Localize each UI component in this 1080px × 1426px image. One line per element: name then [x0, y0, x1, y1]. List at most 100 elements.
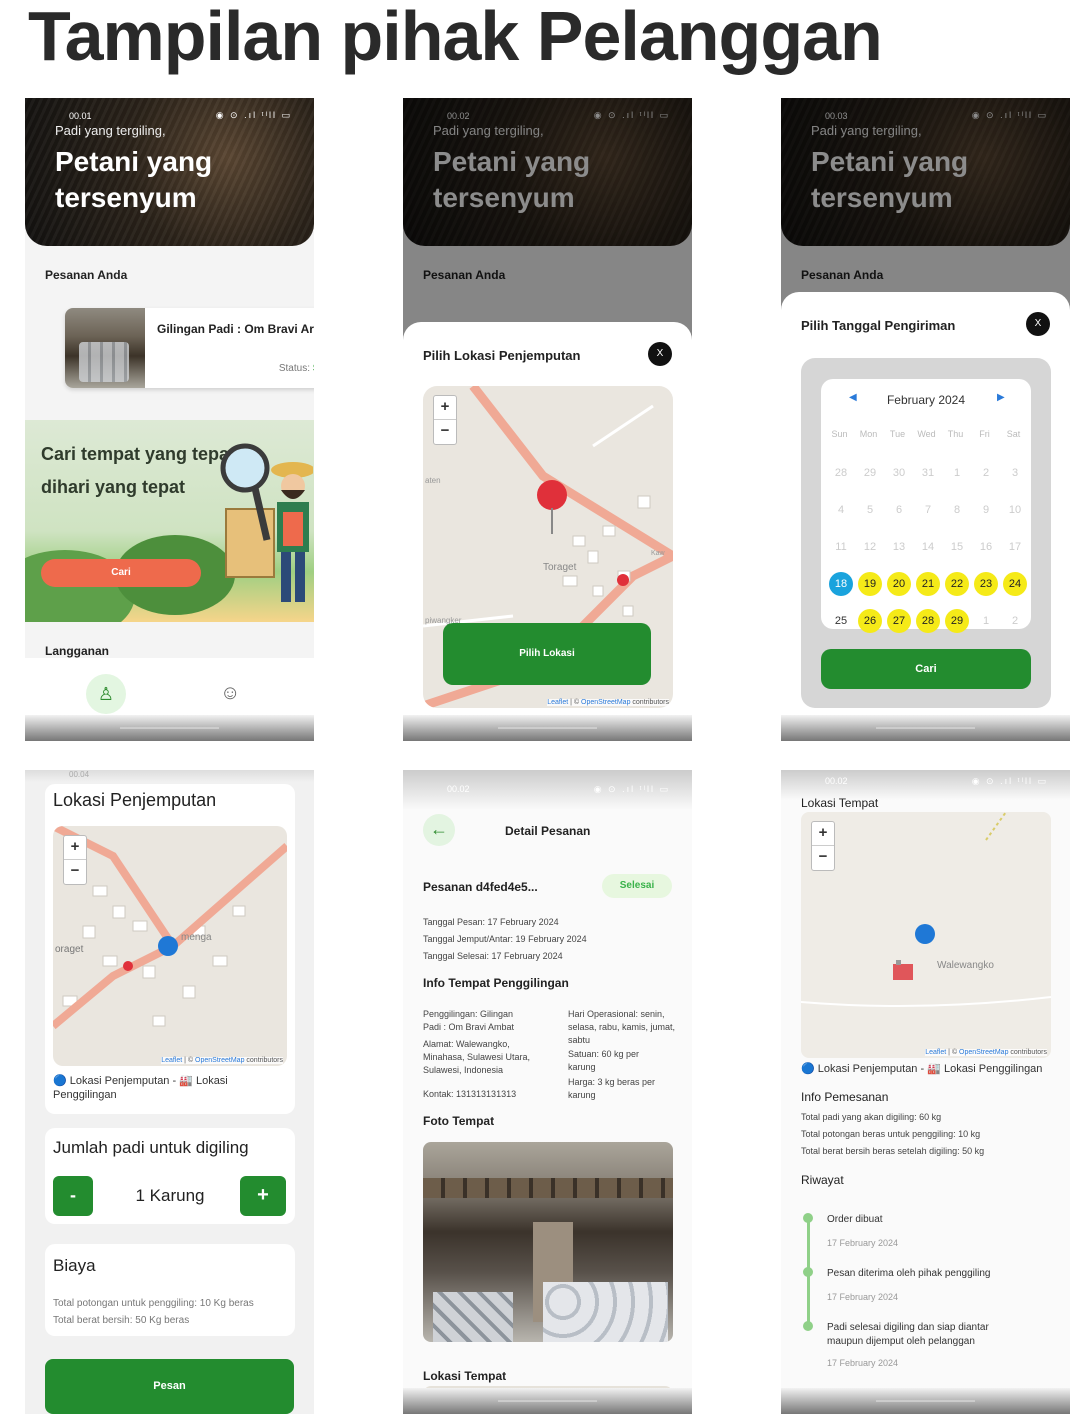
calendar-day[interactable]: 27	[887, 609, 911, 633]
status-bar-icons: ◉ ⊙ .ıl ᵗˡll ▭	[215, 110, 292, 120]
calendar-day[interactable]: 29	[945, 609, 969, 633]
map-attribution[interactable]: Leaflet | © OpenStreetMap contributors	[547, 699, 669, 706]
photo-title: Foto Tempat	[423, 1114, 495, 1128]
order-button[interactable]: Pesan	[45, 1359, 294, 1414]
map-zoom-control: + −	[433, 395, 457, 445]
phone-delivery-date-sheet: 00.03 ◉ ⊙ .ıl ᵗˡll ▭ Padi yang tergiling…	[781, 98, 1070, 741]
pickup-map[interactable]: aten Toraget piwangker Kaw + − Pilih Lok…	[423, 386, 673, 708]
map-attribution[interactable]: Leaflet | © OpenStreetMap contributors	[925, 1049, 1047, 1056]
cost-net-weight: Total berat bersih: 50 Kg beras	[53, 1315, 190, 1326]
calendar-day: 11	[835, 541, 847, 553]
close-icon[interactable]: X	[1026, 312, 1050, 336]
calendar-day: 2	[1011, 615, 1019, 627]
pickup-location-title: Lokasi Penjemputan	[53, 790, 217, 810]
phone-pickup-location-sheet: 00.02 ◉ ⊙ .ıl ᵗˡll ▭ Padi yang tergiling…	[403, 98, 692, 741]
weekday-label: Sat	[1006, 429, 1021, 439]
quantity-value: 1 Karung	[135, 1186, 205, 1205]
mill-unit: Satuan: 60 kg per karung	[568, 1049, 640, 1072]
calendar-day[interactable]: 20	[887, 572, 911, 596]
zoom-out-button[interactable]: −	[64, 860, 86, 884]
calendar-day: 1	[982, 615, 990, 627]
info-total-rice: Total padi yang akan digiling: 60 kg	[801, 1112, 942, 1122]
sheet-title: Pilih Tanggal Pengiriman	[801, 318, 956, 333]
map-label: Walewangko	[937, 960, 994, 971]
status-badge: Selesai	[602, 874, 672, 898]
phone-home-screen: 00.01 ◉ ⊙ .ıl ᵗˡll ▭ Padi yang tergiling…	[25, 98, 314, 741]
zoom-in-button[interactable]: +	[64, 836, 86, 860]
map-label: Kaw	[651, 550, 665, 557]
phone-order-tracking: 00.02 ◉ ⊙ .ıl ᵗˡll ▭ Lokasi Tempat Walew…	[781, 770, 1070, 1414]
search-banner: Cari tempat yang tepat dihari yang tepat…	[25, 420, 314, 622]
calendar-day: 14	[921, 541, 935, 553]
weekday-label: Fri	[979, 429, 990, 439]
calendar-day: 1	[953, 467, 961, 479]
nav-profile-icon[interactable]: ☺	[220, 682, 240, 705]
phone-order-detail: 00.02 ◉ ⊙ .ıl ᵗˡll ▭ ← Detail Pesanan Pe…	[403, 770, 692, 1414]
calendar-day[interactable]: 19	[858, 572, 882, 596]
gesture-bar	[25, 715, 314, 741]
calendar-day[interactable]: 26	[858, 609, 882, 633]
info-deduction: Total potongan beras untuk penggiling: 1…	[801, 1129, 981, 1139]
calendar-day: 17	[1008, 541, 1022, 553]
weekday-label: Mon	[859, 429, 878, 439]
mill-location-map[interactable]: Walewangko + − Leaflet | © OpenStreetMap…	[801, 812, 1051, 1058]
back-arrow-icon[interactable]: ←	[423, 814, 455, 846]
history-date: 17 February 2024	[827, 1238, 899, 1248]
pickup-location-card: Lokasi Penjemputan oraget menga + − Leaf…	[45, 784, 295, 1114]
banner-search-button[interactable]: Cari	[41, 559, 201, 587]
decrement-button[interactable]: -	[53, 1176, 93, 1216]
phone-pickup-form: 00.04 Lokasi Penjemputan oraget menga +	[25, 770, 314, 1414]
calendar-day[interactable]: 23	[974, 572, 998, 596]
calendar-day: 4	[837, 504, 845, 516]
orders-heading: Pesanan Anda	[45, 268, 128, 282]
calendar-day: 29	[863, 467, 877, 479]
status-bar-icons: ◉ ⊙ .ıl ᵗˡll ▭	[971, 776, 1048, 786]
bottom-navigation: ♙ ☺	[25, 658, 314, 718]
map-features	[801, 812, 1051, 1007]
zoom-in-button[interactable]: +	[434, 396, 456, 420]
map-label: menga	[181, 932, 212, 943]
history-event: Order dibuat	[827, 1214, 883, 1225]
quantity-title: Jumlah padi untuk digiling	[53, 1138, 249, 1157]
calendar-day[interactable]: 18	[829, 572, 853, 596]
pickup-map[interactable]: oraget menga + − Leaflet | © OpenStreetM…	[53, 826, 287, 1066]
map-label: aten	[425, 476, 441, 485]
quantity-card: Jumlah padi untuk digiling - 1 Karung +	[45, 1128, 295, 1224]
zoom-out-button[interactable]: −	[812, 846, 834, 870]
map-zoom-control: + −	[811, 821, 835, 871]
close-icon[interactable]: X	[648, 342, 672, 366]
calendar-day: 28	[834, 467, 848, 479]
gesture-bar	[781, 1388, 1070, 1414]
mill-address: Alamat: Walewangko, Minahasa, Sulawesi U…	[423, 1039, 531, 1075]
map-attribution[interactable]: Leaflet | © OpenStreetMap contributors	[161, 1057, 283, 1064]
history-date: 17 February 2024	[827, 1292, 899, 1302]
order-id: Pesanan d4fed4e5...	[423, 880, 538, 894]
mill-info-title: Info Tempat Penggilingan	[423, 976, 569, 990]
status-bar-time: 00.01	[69, 111, 92, 121]
mill-contact: Kontak: 131313131313	[423, 1089, 517, 1099]
nav-home-icon[interactable]: ♙	[86, 674, 126, 714]
calendar-day[interactable]: 24	[1003, 572, 1027, 596]
order-info-title: Info Pemesanan	[801, 1090, 889, 1104]
choose-location-button[interactable]: Pilih Lokasi	[443, 623, 651, 685]
order-card[interactable]: Gilingan Padi : Om Bravi Ar Status: Se	[65, 308, 314, 388]
order-name: Gilingan Padi : Om Bravi Ar	[157, 322, 314, 336]
pickup-date: Tanggal Jemput/Antar: 19 February 2024	[423, 934, 587, 944]
zoom-out-button[interactable]: −	[434, 420, 456, 444]
farmer-illustration	[271, 462, 313, 602]
calendar-day[interactable]: 22	[945, 572, 969, 596]
timeline-dot	[803, 1267, 813, 1277]
status-bar-time: 00.02	[447, 784, 470, 794]
info-net-weight: Total berat bersih beras setelah digilin…	[801, 1146, 985, 1156]
weekday-label: Thu	[947, 429, 964, 439]
zoom-in-button[interactable]: +	[812, 822, 834, 846]
gesture-bar	[781, 715, 1070, 741]
calendar-day[interactable]: 21	[916, 572, 940, 596]
weekday-label: Sun	[831, 429, 848, 439]
search-date-button[interactable]: Cari	[821, 649, 1031, 689]
hero-title: Petani yang tersenyum	[55, 146, 213, 213]
next-month-icon[interactable]: ▶	[997, 392, 1005, 403]
status-bar-time: 00.04	[69, 770, 90, 779]
calendar-day[interactable]: 28	[916, 609, 940, 633]
increment-button[interactable]: +	[240, 1176, 286, 1216]
